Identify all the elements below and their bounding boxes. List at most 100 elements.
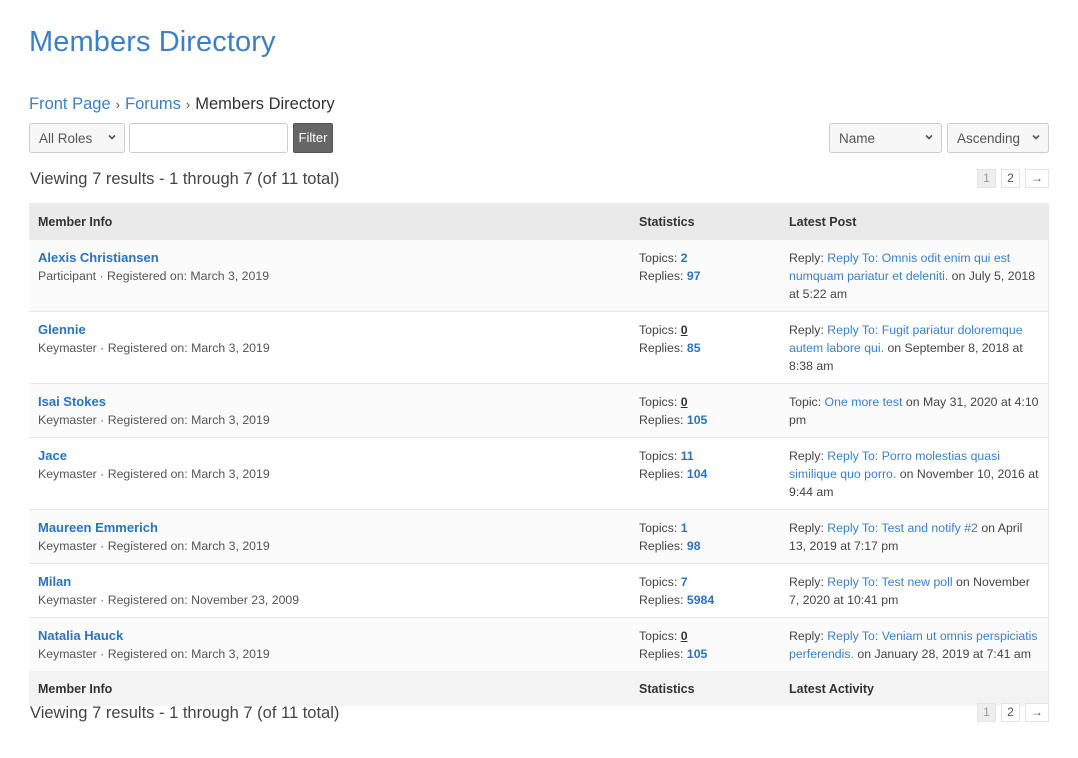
filter-button[interactable]: Filter <box>293 123 333 153</box>
header-member-info: Member Info <box>38 214 113 229</box>
member-info-cell: Maureen Emmerich Keymaster · Registered o… <box>29 510 630 564</box>
breadcrumb-separator: › <box>185 97 191 112</box>
post-type: Reply: <box>789 449 824 463</box>
member-info-cell: Jace Keymaster · Registered on: March 3, … <box>29 438 630 510</box>
topics-label: Topics: <box>639 575 678 589</box>
table-row: Jace Keymaster · Registered on: March 3, … <box>29 437 1049 510</box>
replies-label: Replies: <box>639 593 684 607</box>
member-meta: Keymaster · Registered on: March 3, 2019 <box>38 341 270 355</box>
replies-count[interactable]: 85 <box>687 341 701 355</box>
member-meta: Keymaster · Registered on: March 3, 2019 <box>38 647 270 661</box>
table-footer-row: Member Info Statistics Latest Activity <box>29 671 1049 706</box>
table-row: Isai Stokes Keymaster · Registered on: Ma… <box>29 383 1049 438</box>
latest-post-cell: Reply: Reply To: Fugit pariatur doloremq… <box>780 312 1049 384</box>
member-name-link[interactable]: Natalia Hauck <box>38 628 123 643</box>
statistics-cell: Topics: 1 Replies: 98 <box>630 510 780 564</box>
footer-latest-activity: Latest Activity <box>789 681 874 696</box>
statistics-cell: Topics: 7 Replies: 5984 <box>630 564 780 618</box>
statistics-cell: Topics: 2 Replies: 97 <box>630 240 780 312</box>
footer-member-info: Member Info <box>38 681 113 696</box>
latest-post-link[interactable]: One more test <box>825 395 903 409</box>
role-select[interactable]: All Roles <box>29 123 125 153</box>
replies-count[interactable]: 97 <box>687 269 701 283</box>
footer-statistics: Statistics <box>639 681 695 696</box>
search-input[interactable] <box>129 123 288 153</box>
post-type: Reply: <box>789 629 824 643</box>
topics-count: 0 <box>680 323 688 337</box>
member-meta: Keymaster · Registered on: March 3, 2019 <box>38 539 270 553</box>
topics-count[interactable]: 7 <box>681 575 688 589</box>
replies-count[interactable]: 5984 <box>687 593 714 607</box>
topics-label: Topics: <box>639 521 678 535</box>
replies-label: Replies: <box>639 269 684 283</box>
next-page-arrow-icon[interactable]: → <box>1025 703 1049 722</box>
latest-post-cell: Reply: Reply To: Veniam ut omnis perspic… <box>780 618 1049 672</box>
member-name-link[interactable]: Isai Stokes <box>38 394 106 409</box>
table-row: Alexis Christiansen Participant · Registe… <box>29 240 1049 312</box>
latest-post-cell: Reply: Reply To: Porro molestias quasi s… <box>780 438 1049 510</box>
header-latest-post: Latest Post <box>789 214 857 229</box>
sort-by-select-value: Name <box>839 131 876 146</box>
topics-count[interactable]: 2 <box>681 251 688 265</box>
table-row: Glennie Keymaster · Registered on: March … <box>29 311 1049 384</box>
breadcrumb-current: Members Directory <box>195 95 335 113</box>
post-type: Topic: <box>789 395 822 409</box>
replies-count[interactable]: 105 <box>687 647 708 661</box>
post-type: Reply: <box>789 521 824 535</box>
post-type: Reply: <box>789 323 824 337</box>
topics-count[interactable]: 11 <box>681 449 694 463</box>
latest-post-cell: Reply: Reply To: Omnis odit enim qui est… <box>780 240 1049 312</box>
replies-label: Replies: <box>639 467 684 481</box>
replies-label: Replies: <box>639 539 684 553</box>
page-1-current: 1 <box>977 169 996 188</box>
page-2-link[interactable]: 2 <box>1001 169 1020 188</box>
member-info-cell: Natalia Hauck Keymaster · Registered on: … <box>29 618 630 672</box>
pagination-bottom: 1 2 → <box>977 703 1049 722</box>
replies-count[interactable]: 98 <box>687 539 701 553</box>
latest-post-cell: Topic: One more test on May 31, 2020 at … <box>780 384 1049 438</box>
breadcrumb-forums[interactable]: Forums <box>125 95 181 113</box>
page-title: Members Directory <box>29 26 276 58</box>
member-name-link[interactable]: Glennie <box>38 322 86 337</box>
sort-by-select[interactable]: Name <box>829 123 942 153</box>
statistics-cell: Topics: 11 Replies: 104 <box>630 438 780 510</box>
topics-label: Topics: <box>639 251 678 265</box>
member-info-cell: Milan Keymaster · Registered on: November… <box>29 564 630 618</box>
header-statistics: Statistics <box>639 214 695 229</box>
member-name-link[interactable]: Maureen Emmerich <box>38 520 158 535</box>
post-type: Reply: <box>789 251 824 265</box>
replies-label: Replies: <box>639 647 684 661</box>
topics-label: Topics: <box>639 323 678 337</box>
breadcrumb-separator: › <box>115 97 120 112</box>
chevron-down-icon <box>108 134 116 140</box>
next-page-arrow-icon[interactable]: → <box>1025 169 1049 188</box>
replies-label: Replies: <box>639 413 684 427</box>
replies-label: Replies: <box>639 341 684 355</box>
member-name-link[interactable]: Milan <box>38 574 71 589</box>
pagination-top: 1 2 → <box>977 169 1049 188</box>
statistics-cell: Topics: 0 Replies: 105 <box>630 384 780 438</box>
replies-count[interactable]: 105 <box>687 413 708 427</box>
latest-post-link[interactable]: Reply To: Test and notify #2 <box>827 521 978 535</box>
statistics-cell: Topics: 0 Replies: 85 <box>630 312 780 384</box>
member-meta: Keymaster · Registered on: March 3, 2019 <box>38 413 270 427</box>
page-1-current: 1 <box>977 703 996 722</box>
breadcrumb: Front Page › Forums › Members Directory <box>29 95 335 114</box>
topics-count[interactable]: 1 <box>681 521 688 535</box>
breadcrumb-front-page[interactable]: Front Page <box>29 95 111 113</box>
page-2-link[interactable]: 2 <box>1001 703 1020 722</box>
member-info-cell: Isai Stokes Keymaster · Registered on: Ma… <box>29 384 630 438</box>
member-meta: Keymaster · Registered on: March 3, 2019 <box>38 467 270 481</box>
replies-count[interactable]: 104 <box>687 467 708 481</box>
member-meta: Keymaster · Registered on: November 23, … <box>38 593 300 607</box>
latest-post-link[interactable]: Reply To: Test new poll <box>827 575 952 589</box>
topics-count: 0 <box>680 395 688 409</box>
order-select[interactable]: Ascending <box>947 123 1049 153</box>
table-header-row: Member Info Statistics Latest Post <box>29 203 1049 240</box>
member-name-link[interactable]: Jace <box>38 448 67 463</box>
members-table: Member Info Statistics Latest Post Alexi… <box>29 203 1049 706</box>
table-row: Milan Keymaster · Registered on: November… <box>29 563 1049 618</box>
topics-count: 0 <box>680 629 688 643</box>
order-select-value: Ascending <box>957 131 1021 146</box>
member-name-link[interactable]: Alexis Christiansen <box>38 250 159 265</box>
